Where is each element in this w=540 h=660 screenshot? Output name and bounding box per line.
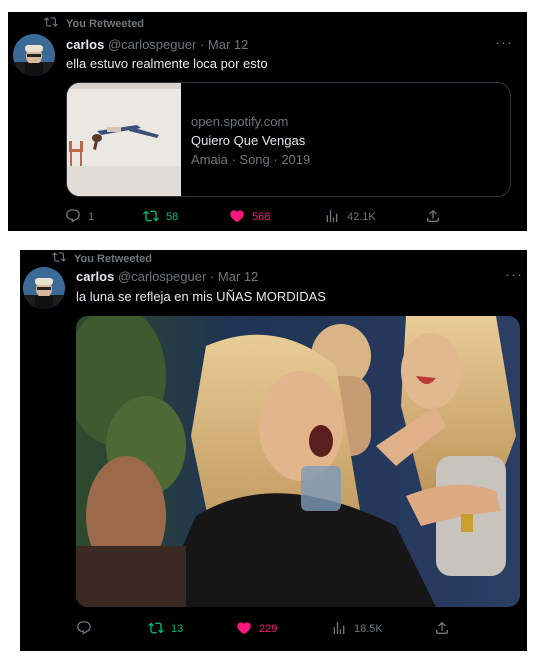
heart-icon: [236, 620, 252, 639]
tweet-date[interactable]: Mar 12: [218, 269, 258, 284]
tweet[interactable]: You Retweeted carlos @carlospeguer · Mar…: [8, 12, 527, 231]
retweet-label: You Retweeted: [66, 17, 145, 30]
reply-icon: [76, 620, 92, 639]
retweet-banner: You Retweeted: [44, 15, 144, 32]
avatar[interactable]: [23, 267, 65, 309]
tweet-header: carlos @carlospeguer · Mar 12: [76, 269, 258, 284]
retweet-icon: [143, 208, 159, 227]
reply-button[interactable]: [76, 620, 99, 639]
retweet-banner: You Retweeted: [52, 250, 152, 267]
views-icon: [331, 620, 347, 639]
separator: ·: [209, 269, 215, 284]
author-handle[interactable]: @carlospeguer: [118, 269, 206, 284]
retweet-count: 58: [166, 211, 179, 223]
reply-count: 1: [88, 211, 95, 223]
retweet-icon: [148, 620, 164, 639]
tweet-photo[interactable]: [76, 316, 520, 607]
avatar[interactable]: [13, 34, 55, 76]
card-title: Quiero Que Vengas: [191, 133, 306, 148]
retweet-button[interactable]: 13: [148, 620, 183, 639]
views-button[interactable]: 18.5K: [331, 620, 383, 639]
tweet-date[interactable]: Mar 12: [208, 37, 248, 52]
tweet-text: ella estuvo realmente loca por esto: [66, 56, 268, 71]
retweet-label: You Retweeted: [74, 252, 153, 265]
card-domain: open.spotify.com: [191, 114, 289, 129]
link-card[interactable]: open.spotify.com Quiero Que Vengas Amaia…: [66, 82, 511, 197]
like-button[interactable]: 229: [236, 620, 277, 639]
more-icon[interactable]: ···: [505, 266, 523, 283]
reply-icon: [65, 208, 81, 227]
action-bar: 13 229 18.5K: [20, 620, 527, 638]
separator: ·: [199, 37, 205, 52]
retweet-icon: [52, 250, 66, 267]
retweet-count: 13: [171, 623, 184, 635]
share-icon: [434, 620, 450, 639]
views-count: 18.5K: [354, 623, 383, 635]
more-icon[interactable]: ···: [495, 34, 513, 51]
tweet-text: la luna se refleja en mis UÑAS MORDIDAS: [76, 289, 326, 304]
views-count: 42.1K: [347, 211, 376, 223]
share-button[interactable]: [434, 620, 450, 639]
heart-icon: [229, 208, 245, 227]
like-count: 229: [259, 623, 278, 635]
share-button[interactable]: [425, 208, 441, 227]
retweet-button[interactable]: 58: [143, 208, 178, 227]
retweet-icon: [44, 15, 58, 32]
reply-button[interactable]: 1: [65, 208, 94, 227]
views-icon: [324, 208, 340, 227]
share-icon: [425, 208, 441, 227]
author-handle[interactable]: @carlospeguer: [108, 37, 196, 52]
tweet[interactable]: You Retweeted carlos @carlospeguer · Mar…: [20, 250, 527, 651]
like-count: 568: [252, 211, 271, 223]
card-thumbnail: [67, 83, 181, 196]
author-name[interactable]: carlos: [66, 37, 104, 52]
views-button[interactable]: 42.1K: [324, 208, 376, 227]
card-subtitle: Amaia · Song · 2019: [191, 152, 311, 167]
action-bar: 1 58 568 42.1K: [8, 208, 527, 226]
like-button[interactable]: 568: [229, 208, 270, 227]
tweet-header: carlos @carlospeguer · Mar 12: [66, 37, 248, 52]
author-name[interactable]: carlos: [76, 269, 114, 284]
